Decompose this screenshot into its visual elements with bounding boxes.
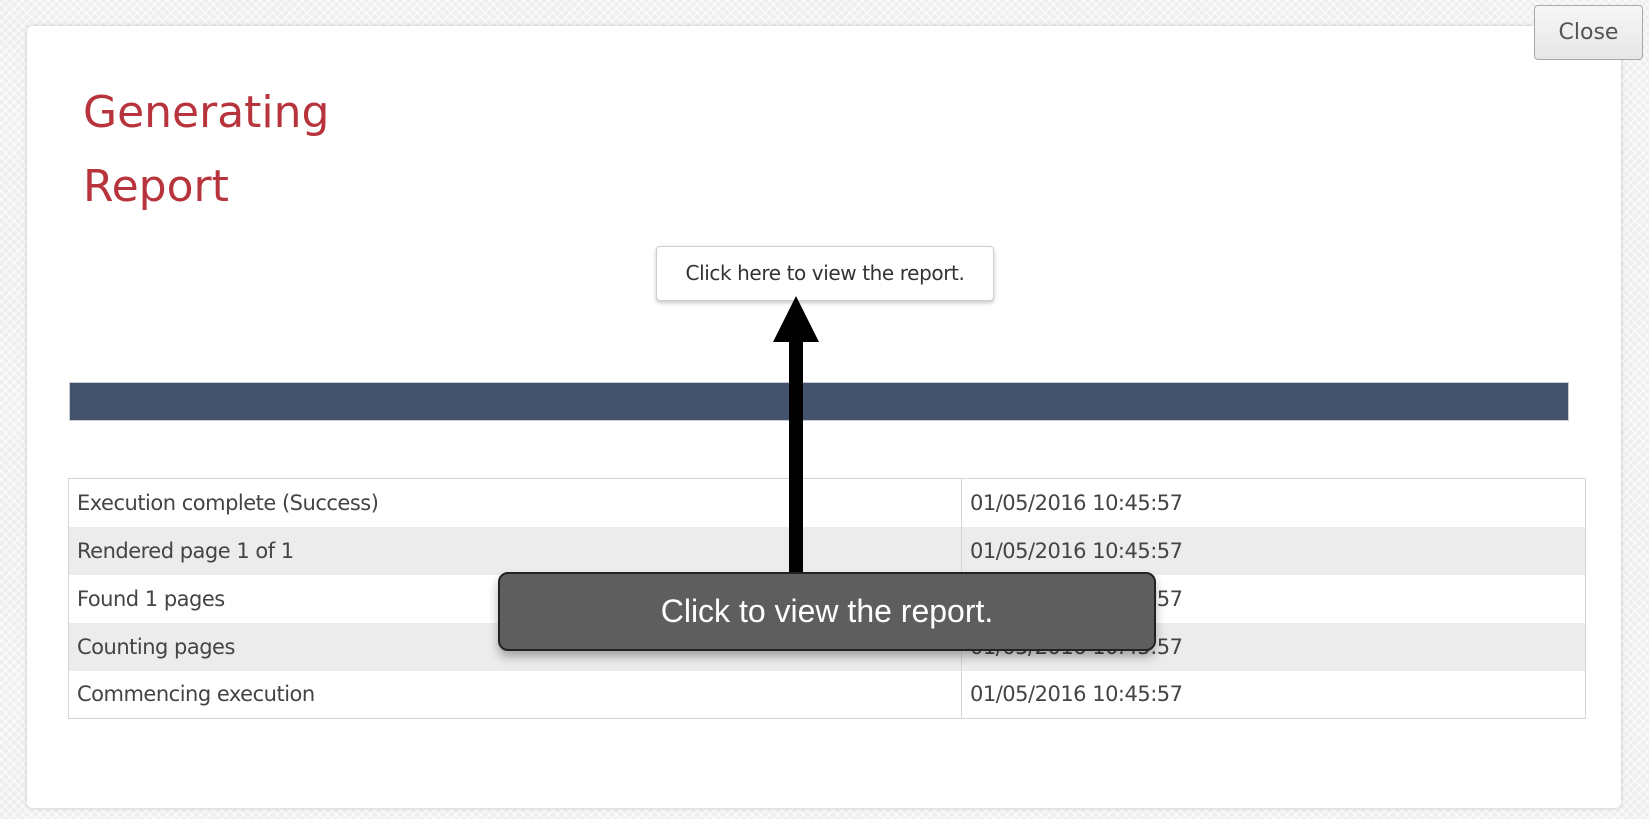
dialog-title-line1: Generating <box>83 87 330 138</box>
table-row: Commencing execution 01/05/2016 10:45:57 <box>68 670 1586 719</box>
log-time: 01/05/2016 10:45:57 <box>970 682 1183 707</box>
table-row: Execution complete (Success) 01/05/2016 … <box>68 478 1586 527</box>
annotation-callout: Click to view the report. <box>498 572 1156 651</box>
view-report-button[interactable]: Click here to view the report. <box>656 246 994 301</box>
log-time: 01/05/2016 10:45:57 <box>961 526 1586 575</box>
close-button[interactable]: Close <box>1534 5 1643 60</box>
progress-bar <box>69 382 1569 421</box>
log-message: Commencing execution <box>68 670 962 719</box>
log-time: 01/05/2016 10:45:57 <box>970 490 1183 515</box>
progress-fill <box>70 383 1568 420</box>
log-message: Execution complete (Success) <box>68 478 962 527</box>
table-row: Rendered page 1 of 1 01/05/2016 10:45:57 <box>68 526 1586 575</box>
dialog-title-line2: Report <box>83 161 229 212</box>
log-message: Rendered page 1 of 1 <box>68 526 962 575</box>
dialog-title: Generating Report <box>83 76 403 224</box>
